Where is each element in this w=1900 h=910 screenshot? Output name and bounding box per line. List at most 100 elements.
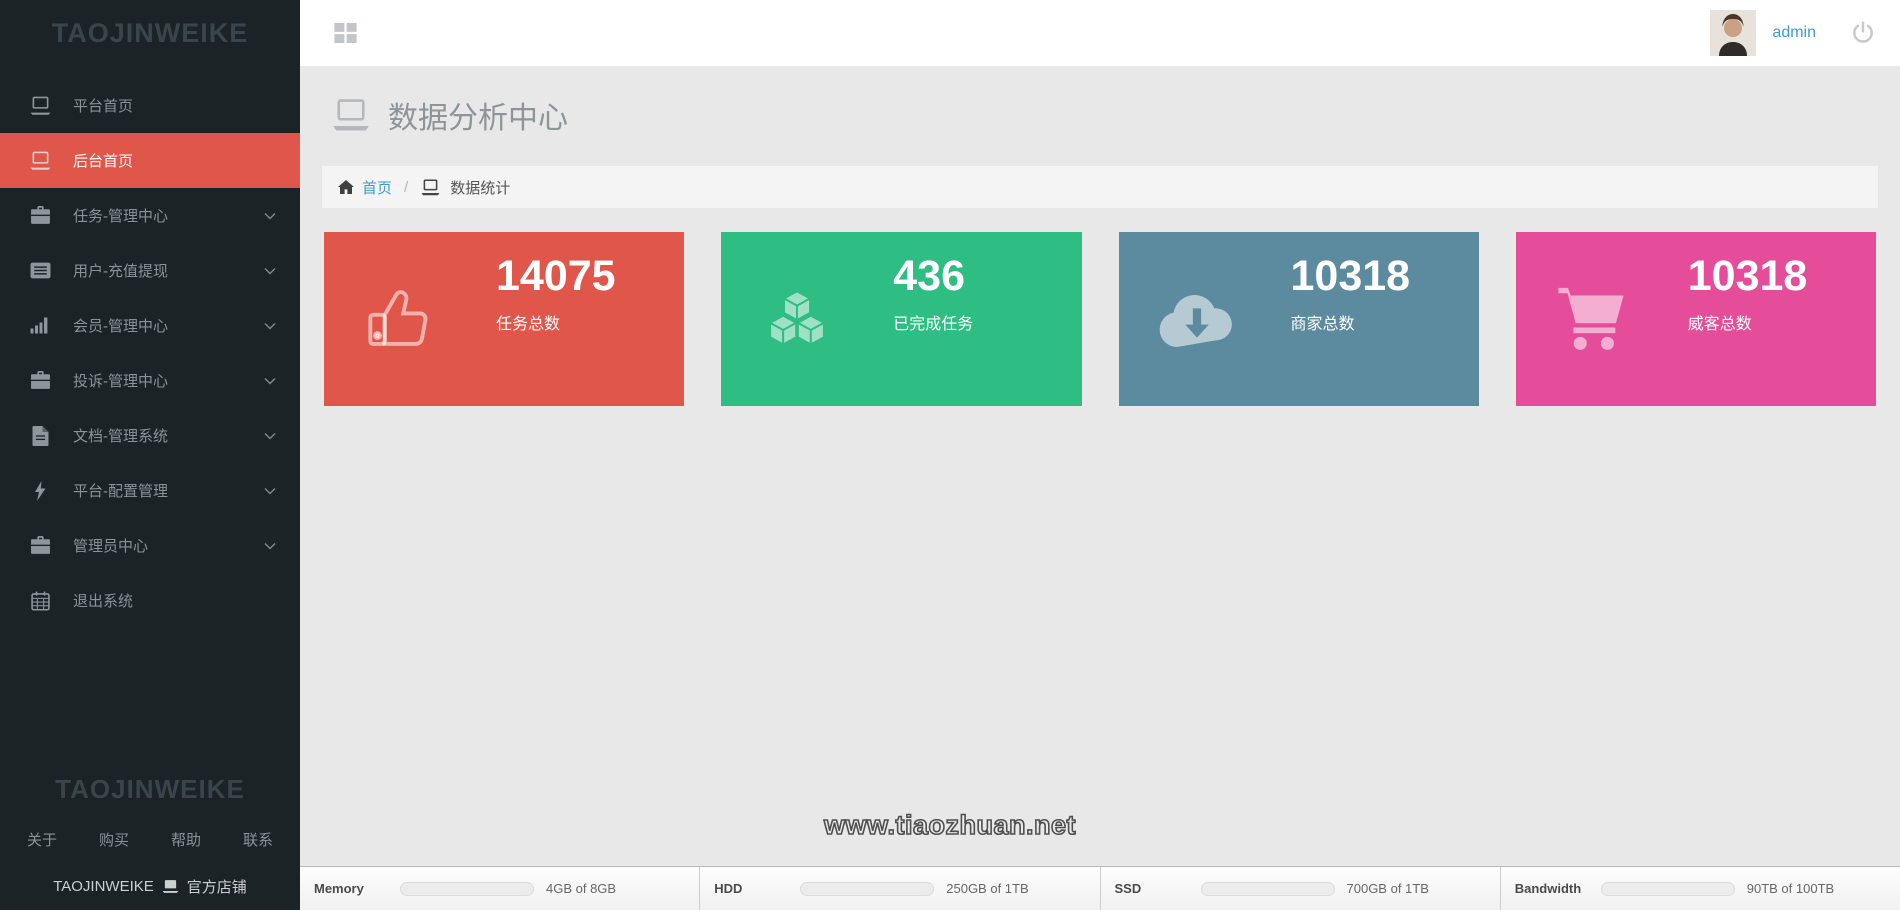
breadcrumb-home-link[interactable]: 首页 xyxy=(362,177,392,198)
sidebar-item-platform-home[interactable]: 平台首页 xyxy=(0,78,300,133)
chevron-down-icon xyxy=(264,542,276,550)
sidebar-item-logout[interactable]: 退出系统 xyxy=(0,573,300,628)
sidebar-item-label: 平台首页 xyxy=(73,95,133,116)
status-label: SSD xyxy=(1115,881,1201,896)
stat-value: 10318 xyxy=(1291,252,1411,301)
breadcrumb-separator: / xyxy=(404,179,408,196)
cubes-icon xyxy=(759,283,835,355)
briefcase-icon xyxy=(28,536,52,555)
cloud-download-icon xyxy=(1157,288,1237,350)
footer-link-help[interactable]: 帮助 xyxy=(171,829,201,850)
briefcase-icon xyxy=(28,371,52,390)
laptop-icon xyxy=(28,151,52,170)
status-ssd: SSD 700GB of 1TB xyxy=(1100,867,1500,910)
laptop-icon xyxy=(330,98,372,132)
store-suffix: 官方店铺 xyxy=(187,876,247,897)
status-value: 90TB of 100TB xyxy=(1747,881,1834,896)
sidebar-item-user-recharge[interactable]: 用户-充值提现 xyxy=(0,243,300,298)
bolt-icon xyxy=(28,481,52,501)
status-bandwidth: Bandwidth 90TB of 100TB xyxy=(1500,867,1900,910)
stat-value: 10318 xyxy=(1688,252,1808,301)
stat-label: 任务总数 xyxy=(496,310,560,334)
laptop-icon xyxy=(161,879,180,894)
thumbs-up-icon xyxy=(362,283,434,355)
sidebar-item-label: 用户-充值提现 xyxy=(73,260,168,281)
sidebar-footer-logo: TAOJINWEIKE xyxy=(0,774,300,805)
status-label: HDD xyxy=(714,881,800,896)
sidebar-item-label: 任务-管理中心 xyxy=(73,205,168,226)
progress-bar xyxy=(400,882,534,896)
home-icon xyxy=(338,180,354,194)
sidebar-item-label: 退出系统 xyxy=(73,590,133,611)
footer-link-purchase[interactable]: 购买 xyxy=(99,829,129,850)
breadcrumb: 首页 / 数据统计 xyxy=(322,166,1878,208)
sidebar-item-platform-config[interactable]: 平台-配置管理 xyxy=(0,463,300,518)
page-title: 数据分析中心 xyxy=(388,93,568,137)
status-value: 4GB of 8GB xyxy=(546,881,616,896)
sidebar-item-document-management[interactable]: 文档-管理系统 xyxy=(0,408,300,463)
status-label: Memory xyxy=(314,881,400,896)
status-label: Bandwidth xyxy=(1515,881,1601,896)
status-memory: Memory 4GB of 8GB xyxy=(300,867,699,910)
chevron-down-icon xyxy=(264,432,276,440)
stat-value: 436 xyxy=(893,252,965,301)
breadcrumb-current: 数据统计 xyxy=(450,177,510,198)
progress-bar xyxy=(1201,882,1335,896)
stat-label: 已完成任务 xyxy=(893,310,973,334)
stat-card-freelancers-total: 10318 威客总数 xyxy=(1516,232,1876,406)
topbar: admin xyxy=(300,0,1900,66)
status-hdd: HDD 250GB of 1TB xyxy=(699,867,1099,910)
official-store-line: TAOJINWEIKE 官方店铺 xyxy=(0,876,300,897)
footer-link-contact[interactable]: 联系 xyxy=(243,829,273,850)
calendar-icon xyxy=(28,591,52,611)
sidebar-item-label: 文档-管理系统 xyxy=(73,425,168,446)
stat-card-completed-tasks: 436 已完成任务 xyxy=(721,232,1081,406)
stat-card-merchants-total: 10318 商家总数 xyxy=(1119,232,1479,406)
status-value: 250GB of 1TB xyxy=(946,881,1028,896)
sidebar-item-label: 后台首页 xyxy=(73,150,133,171)
sidebar-item-label: 投诉-管理中心 xyxy=(73,370,168,391)
store-brand: TAOJINWEIKE xyxy=(53,878,154,895)
stat-label: 威客总数 xyxy=(1688,310,1752,334)
chevron-down-icon xyxy=(264,377,276,385)
page-header: 数据分析中心 xyxy=(330,96,1900,134)
sidebar-footer: TAOJINWEIKE 关于 购买 帮助 联系 TAOJINWEIKE 官方店铺 xyxy=(0,774,300,910)
list-icon xyxy=(28,262,52,279)
chevron-down-icon xyxy=(264,267,276,275)
sidebar-logo: TAOJINWEIKE xyxy=(0,0,300,66)
sidebar-item-admin-center[interactable]: 管理员中心 xyxy=(0,518,300,573)
bar-chart-icon xyxy=(28,317,52,334)
sidebar-menu: 平台首页 后台首页 任务-管理中心 用户-充值提现 xyxy=(0,78,300,628)
stat-value: 14075 xyxy=(496,252,616,301)
briefcase-icon xyxy=(28,206,52,225)
username-link[interactable]: admin xyxy=(1772,24,1816,42)
sidebar-item-label: 会员-管理中心 xyxy=(73,315,168,336)
document-icon xyxy=(28,426,52,446)
footer-link-about[interactable]: 关于 xyxy=(27,829,57,850)
sidebar-item-admin-home[interactable]: 后台首页 xyxy=(0,133,300,188)
chevron-down-icon xyxy=(264,212,276,220)
progress-bar xyxy=(1601,882,1735,896)
status-bar: Memory 4GB of 8GB HDD 250GB of 1TB SSD 7… xyxy=(300,866,1900,910)
watermark: www.tiaozhuan.net xyxy=(824,810,1076,841)
main-area: admin 数据分析中心 首页 / 数据统计 xyxy=(300,0,1900,910)
sidebar-item-label: 平台-配置管理 xyxy=(73,480,168,501)
sidebar: TAOJINWEIKE 平台首页 后台首页 任务-管理中心 xyxy=(0,0,300,910)
user-avatar[interactable] xyxy=(1710,10,1756,56)
topbar-user-area: admin xyxy=(1710,10,1876,56)
grid-icon[interactable] xyxy=(334,23,357,43)
cart-icon xyxy=(1554,285,1628,353)
laptop-icon xyxy=(28,96,52,115)
sidebar-item-label: 管理员中心 xyxy=(73,535,148,556)
progress-bar xyxy=(800,882,934,896)
sidebar-footer-links: 关于 购买 帮助 联系 xyxy=(0,829,300,850)
sidebar-item-complaint-management[interactable]: 投诉-管理中心 xyxy=(0,353,300,408)
stat-cards: 14075 任务总数 436 已完成任务 10318 商家 xyxy=(324,232,1876,406)
sidebar-item-task-management[interactable]: 任务-管理中心 xyxy=(0,188,300,243)
chevron-down-icon xyxy=(264,322,276,330)
stat-card-tasks-total: 14075 任务总数 xyxy=(324,232,684,406)
sidebar-item-member-management[interactable]: 会员-管理中心 xyxy=(0,298,300,353)
stat-label: 商家总数 xyxy=(1291,310,1355,334)
status-value: 700GB of 1TB xyxy=(1347,881,1429,896)
power-icon[interactable] xyxy=(1850,20,1876,46)
